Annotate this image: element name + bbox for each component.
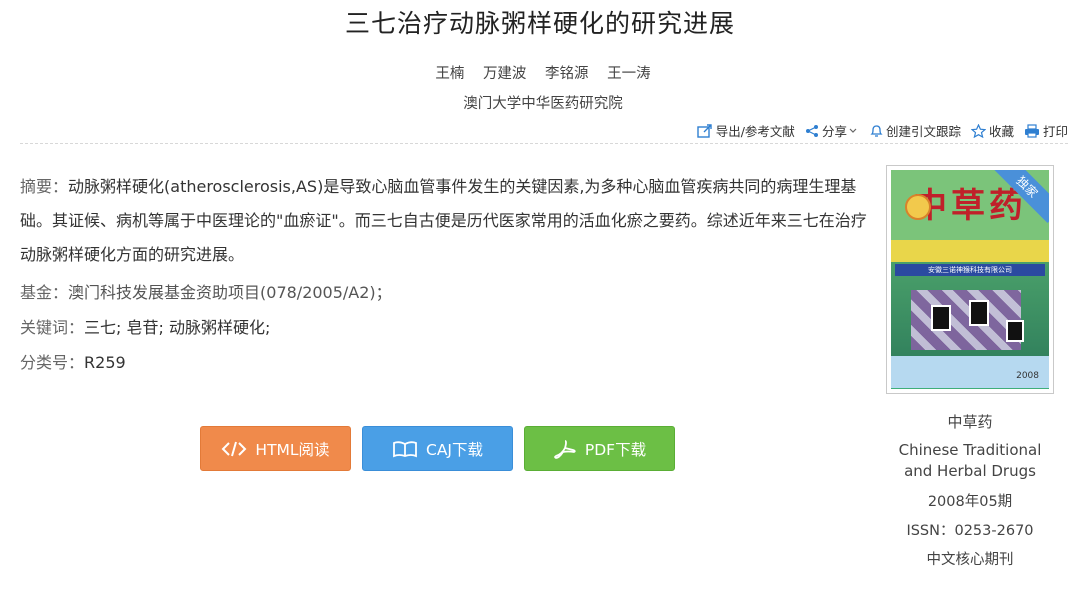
code-icon — [222, 441, 247, 456]
abstract-text: 动脉粥样硬化(atherosclerosis,AS)是导致心脑血管事件发生的关键… — [20, 177, 867, 264]
printer-icon — [1024, 123, 1039, 138]
caj-download-button[interactable]: CAJ下载 — [362, 426, 513, 471]
export-button[interactable]: 导出/参考文献 — [697, 121, 795, 140]
journal-core-badge: 中文核心期刊 — [926, 552, 1014, 568]
pdf-download-button[interactable]: PDF下载 — [524, 426, 675, 471]
article-title: 三七治疗动脉粥样硬化的研究进展 — [344, 9, 735, 38]
author-link[interactable]: 万建波 — [483, 66, 527, 82]
export-icon — [697, 123, 712, 138]
journal-issue[interactable]: 2008年05期 — [876, 490, 1064, 511]
export-label: 导出/参考文献 — [715, 124, 795, 139]
print-button[interactable]: 打印 — [1024, 121, 1068, 140]
keyword-link[interactable]: 三七; — [84, 318, 121, 337]
journal-name-en-line2: and Herbal Drugs — [904, 462, 1036, 480]
classification-row: 分类号：R259 — [20, 349, 126, 373]
print-label: 打印 — [1042, 124, 1068, 139]
html-read-button[interactable]: HTML阅读 — [200, 426, 351, 471]
header-divider — [20, 143, 1068, 144]
cover-year: 2008 — [1016, 371, 1039, 381]
author-link[interactable]: 王一涛 — [607, 66, 651, 82]
author-link[interactable]: 李铭源 — [545, 66, 589, 82]
article-toolbar: 导出/参考文献 分享 创建引文跟踪 收藏 打印 — [687, 121, 1068, 140]
affiliation-link[interactable]: 澳门大学中华医药研究院 — [0, 92, 1080, 113]
author-list: 王楠 万建波 李铭源 王一涛 — [0, 62, 1080, 83]
track-label: 创建引文跟踪 — [885, 124, 961, 139]
caj-download-label: CAJ下载 — [426, 440, 483, 459]
pdf-download-label: PDF下载 — [584, 440, 647, 459]
keywords-label: 关键词： — [20, 318, 85, 337]
keywords-row: 关键词：三七; 皂苷; 动脉粥样硬化; — [20, 314, 270, 338]
bell-icon — [870, 124, 883, 137]
book-icon — [393, 440, 417, 457]
abstract-label: 摘要： — [20, 177, 69, 196]
star-icon — [970, 123, 986, 138]
keyword-link[interactable]: 动脉粥样硬化; — [169, 318, 270, 337]
share-button[interactable]: 分享 — [805, 121, 860, 140]
html-read-label: HTML阅读 — [255, 440, 330, 459]
fund-value[interactable]: 澳门科技发展基金资助项目(078/2005/A2)； — [68, 283, 392, 302]
favorite-label: 收藏 — [988, 124, 1014, 139]
pdf-icon — [554, 439, 576, 459]
fund-row: 基金：澳门科技发展基金资助项目(078/2005/A2)； — [20, 279, 392, 303]
journal-name-en-line1: Chinese Traditional — [898, 441, 1042, 459]
download-buttons: HTML阅读 CAJ下载 PDF下载 — [200, 426, 686, 471]
cover-company: 安徽三诺神猴科技有限公司 — [895, 264, 1045, 276]
create-citation-tracking-button[interactable]: 创建引文跟踪 — [870, 121, 961, 140]
share-label: 分享 — [821, 124, 847, 139]
share-icon — [805, 124, 818, 137]
classification-value: R259 — [84, 353, 126, 372]
chevron-down-icon — [849, 128, 857, 133]
author-link[interactable]: 王楠 — [435, 66, 464, 82]
journal-name-cn[interactable]: 中草药 — [876, 411, 1064, 432]
journal-cover-image: 中草药 独家 安徽三诺神猴科技有限公司 2008 — [891, 170, 1049, 389]
fund-label: 基金： — [20, 283, 69, 302]
keyword-link[interactable]: 皂苷; — [127, 318, 164, 337]
journal-issn: ISSN：0253-2670 — [906, 523, 1034, 539]
journal-cover[interactable]: 中草药 独家 安徽三诺神猴科技有限公司 2008 — [886, 165, 1054, 394]
classification-label: 分类号： — [20, 353, 85, 372]
abstract: 摘要：动脉粥样硬化(atherosclerosis,AS)是导致心脑血管事件发生… — [20, 170, 870, 272]
favorite-button[interactable]: 收藏 — [970, 121, 1014, 140]
